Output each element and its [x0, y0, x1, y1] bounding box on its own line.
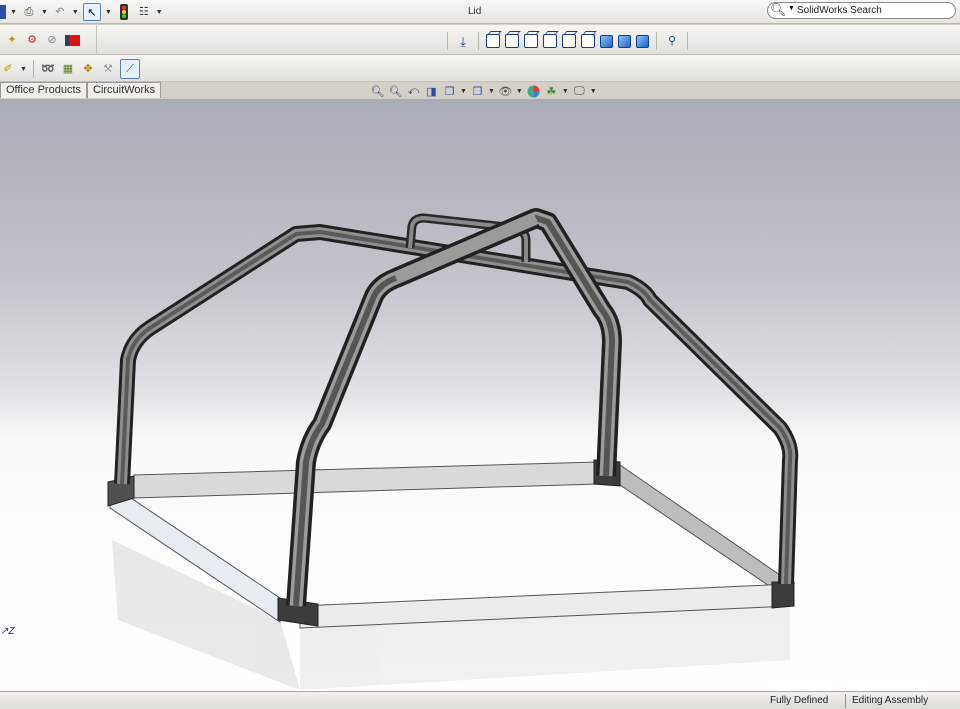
display-style-icon[interactable]: ❐: [470, 84, 485, 99]
view-dimetric-icon[interactable]: [636, 34, 649, 48]
status-bar: Fully Defined Editing Assembly: [0, 691, 960, 709]
view-front-icon[interactable]: [486, 34, 500, 48]
link-views-icon[interactable]: ⚲: [664, 33, 680, 49]
command-toolbar: ✦ ⚙ ⊘ ⤓ ⚲: [0, 25, 960, 55]
smart-fasteners-icon[interactable]: ⚒: [100, 61, 116, 77]
view-top-icon[interactable]: [562, 34, 576, 48]
toolbar-separator: [32, 60, 34, 78]
apply-scene-icon[interactable]: ☘: [544, 84, 559, 99]
view-left-icon[interactable]: [524, 34, 538, 48]
view-settings-dropdown-icon[interactable]: ▼: [590, 88, 597, 95]
assembly-features-icon[interactable]: ▦: [60, 61, 76, 77]
toolbar-divider: [96, 25, 97, 55]
display-style-dropdown-icon[interactable]: ▼: [488, 88, 495, 95]
zoom-area-icon[interactable]: 🔍︎: [388, 84, 403, 99]
zoom-to-fit-icon[interactable]: 🔍︎: [370, 84, 385, 99]
sketch-dropdown-icon[interactable]: ✐: [0, 61, 16, 77]
frame-hoops: [114, 208, 799, 607]
search-icon[interactable]: 🔍︎: [770, 2, 787, 18]
traffic-light-icon[interactable]: [116, 4, 132, 20]
search-dropdown-icon[interactable]: ▼: [788, 5, 795, 12]
check-icon[interactable]: ⊘: [44, 32, 60, 48]
options-icon[interactable]: ☷: [136, 4, 152, 20]
print-icon[interactable]: ⎙: [21, 4, 37, 20]
mirror-icon[interactable]: ➿: [40, 61, 56, 77]
view-orientation-icon[interactable]: ❒: [442, 84, 457, 99]
insert-components-icon[interactable]: ✦: [4, 32, 20, 48]
triad-z-label: Z: [8, 626, 15, 637]
heads-up-view-toolbar: 🔍︎ 🔍︎ ⤺ ◨ ❒ ▼ ❐ ▼ 👁︎ ▼ ☘ ▼ 🖵 ▼: [370, 84, 597, 99]
status-divider: [845, 694, 846, 708]
hide-show-icon[interactable]: 👁︎: [498, 84, 513, 99]
status-mode: Editing Assembly: [852, 695, 929, 706]
undo-icon[interactable]: ↶: [52, 4, 68, 20]
view-iso-icon[interactable]: [600, 34, 613, 48]
selected-tool-icon[interactable]: ⟋: [119, 59, 140, 79]
previous-view-icon[interactable]: ⤺: [406, 84, 421, 99]
move-component-icon[interactable]: ✥: [80, 61, 96, 77]
view-back-icon[interactable]: [505, 34, 519, 48]
select-dropdown-icon[interactable]: ▼: [105, 9, 112, 16]
hide-show-dropdown-icon[interactable]: ▼: [516, 88, 523, 95]
view-settings-icon[interactable]: 🖵: [572, 84, 587, 99]
graphics-viewport[interactable]: [0, 99, 960, 691]
toolbar-separator: [687, 32, 688, 50]
print-dropdown-icon[interactable]: ▼: [41, 9, 48, 16]
select-arrow-icon[interactable]: ↖: [82, 3, 101, 21]
save-icon[interactable]: [0, 5, 6, 19]
search-field[interactable]: 🔍︎ ▼ SolidWorks Search: [767, 2, 956, 19]
status-defined: Fully Defined: [770, 695, 829, 706]
lid-model[interactable]: [0, 99, 960, 691]
search-placeholder[interactable]: SolidWorks Search: [797, 5, 882, 16]
view-trimetric-icon[interactable]: [618, 34, 631, 48]
edit-appearance-icon[interactable]: [526, 84, 541, 99]
reference-triad: ↗Z: [0, 626, 15, 637]
mate-icon[interactable]: ⚙: [24, 32, 40, 48]
tab-circuitworks[interactable]: CircuitWorks: [87, 82, 162, 98]
title-bar: ▼ ⎙ ▼ ↶ ▼ ↖ ▼ ☷ ▼ Lid 🔍︎ ▼ SolidWorks Se…: [0, 0, 960, 24]
save-dropdown-icon[interactable]: ▼: [10, 9, 17, 16]
apply-scene-dropdown-icon[interactable]: ▼: [562, 88, 569, 95]
toolbar-separator: [478, 32, 479, 50]
sketch-dropdown-arrow-icon[interactable]: ▼: [20, 66, 27, 73]
toolbar-separator: [656, 32, 657, 50]
red-square-icon[interactable]: [64, 32, 80, 48]
toolbar-separator: [447, 32, 448, 50]
options-dropdown-icon[interactable]: ▼: [156, 9, 163, 16]
view-right-icon[interactable]: [543, 34, 557, 48]
undo-dropdown-icon[interactable]: ▼: [72, 9, 79, 16]
addin-tabs: Office Products CircuitWorks: [0, 82, 162, 98]
normal-to-icon[interactable]: ⤓: [455, 33, 471, 49]
feature-toolbar: ✐ ▼ ➿ ▦ ✥ ⚒ ⟋: [0, 55, 960, 82]
tab-office-products[interactable]: Office Products: [0, 82, 87, 98]
view-orientation-dropdown-icon[interactable]: ▼: [460, 88, 467, 95]
section-view-icon[interactable]: ◨: [424, 84, 439, 99]
window-title: Lid: [468, 6, 482, 17]
view-bottom-icon[interactable]: [581, 34, 595, 48]
